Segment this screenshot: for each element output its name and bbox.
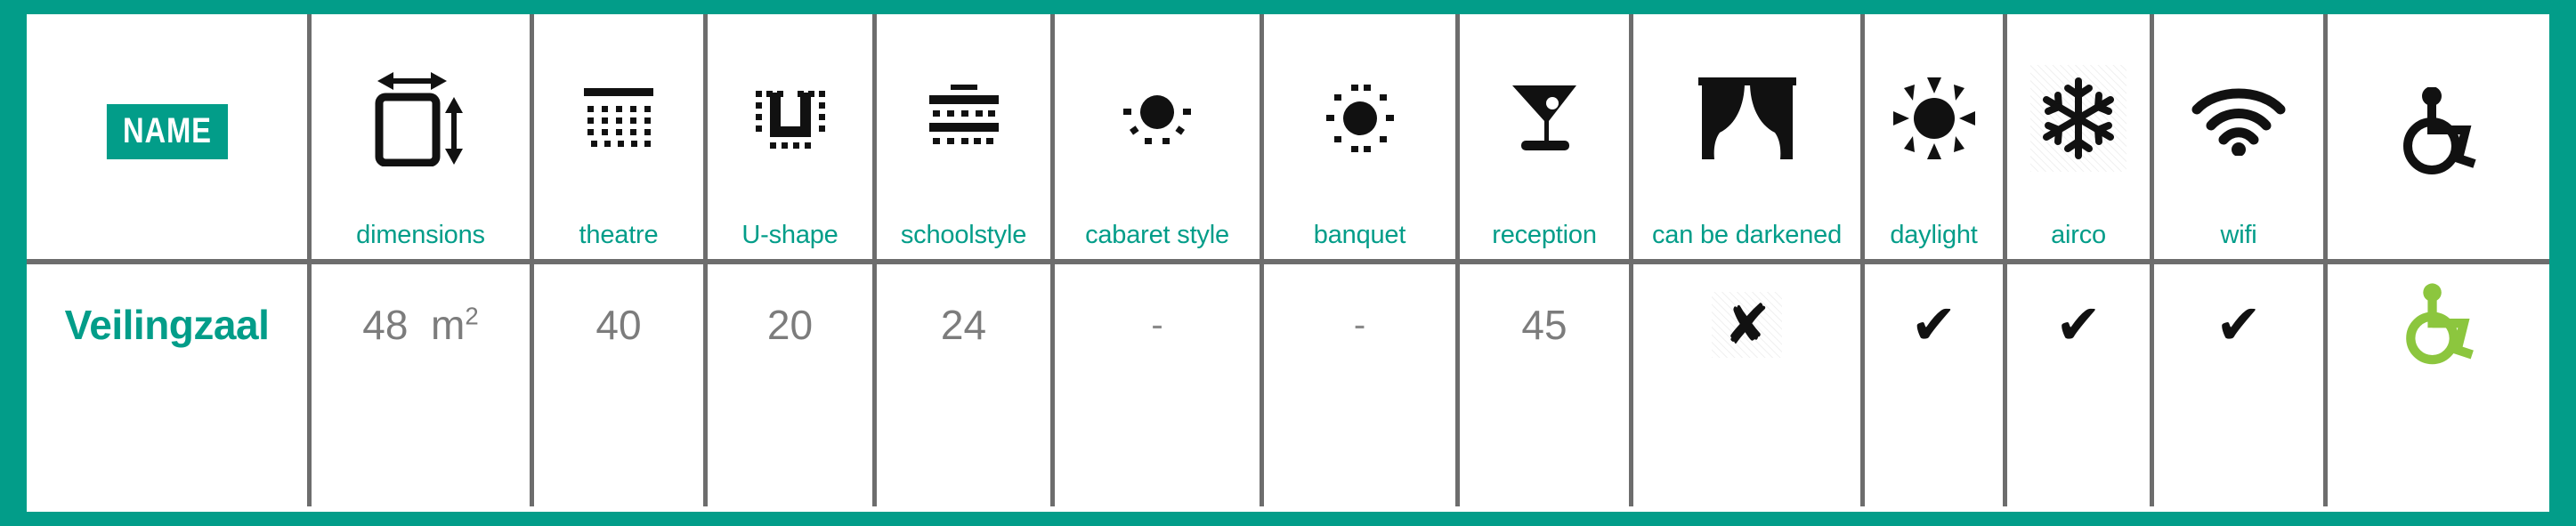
banquet-icon — [1264, 14, 1455, 223]
facilities-table: NAME dimensions theatre U-shape schoolst… — [27, 14, 2549, 512]
cell-airco: ✔ — [2007, 264, 2154, 506]
header-label-theatre: theatre — [579, 221, 659, 249]
cell-daylight: ✔ — [1865, 264, 2007, 506]
header-label-dimensions: dimensions — [356, 221, 485, 249]
cell-schoolstyle: 24 — [877, 264, 1055, 506]
check-icon-airco: ✔ — [2055, 292, 2102, 357]
reception-capacity: 45 — [1521, 302, 1567, 348]
header-cell-name: NAME — [27, 14, 312, 259]
cell-ushape: 20 — [708, 264, 877, 506]
cell-banquet: - — [1264, 264, 1460, 506]
check-icon-wifi: ✔ — [2216, 292, 2262, 357]
table-header-row: NAME dimensions theatre U-shape schoolst… — [27, 14, 2549, 259]
cell-name: Veilingzaal — [27, 264, 312, 506]
header-cell-airco: airco — [2007, 14, 2154, 259]
u-shape-icon — [708, 14, 872, 223]
curtain-icon — [1633, 14, 1860, 223]
cell-theatre: 40 — [534, 264, 708, 506]
header-cell-daylight: daylight — [1865, 14, 2007, 259]
cell-darkened: ✘ — [1633, 264, 1865, 506]
header-cell-cabaret: cabaret style — [1055, 14, 1264, 259]
cell-accessibility — [2328, 264, 2549, 506]
header-label-daylight: daylight — [1890, 221, 1978, 249]
header-label-cabaret: cabaret style — [1085, 221, 1229, 249]
ushape-capacity: 20 — [766, 302, 814, 348]
wheelchair-icon-green — [2402, 283, 2475, 367]
header-label-reception: reception — [1492, 221, 1597, 249]
wifi-icon — [2154, 14, 2323, 223]
reception-icon — [1460, 14, 1629, 223]
cell-wifi: ✔ — [2154, 264, 2328, 506]
header-label-darkened: can be darkened — [1651, 221, 1843, 249]
room-name: Veilingzaal — [64, 302, 270, 348]
header-cell-ushape: U-shape — [708, 14, 877, 259]
page-frame: NAME dimensions theatre U-shape schoolst… — [0, 0, 2576, 526]
header-cell-theatre: theatre — [534, 14, 708, 259]
schoolstyle-icon — [877, 14, 1050, 223]
snowflake-icon — [2007, 14, 2150, 223]
cabaret-icon — [1055, 14, 1260, 223]
header-cell-dimensions: dimensions — [312, 14, 534, 259]
check-icon-daylight: ✔ — [1910, 292, 1957, 357]
header-cell-banquet: banquet — [1264, 14, 1460, 259]
dimensions-icon — [312, 14, 530, 223]
cell-cabaret: - — [1055, 264, 1264, 506]
theatre-capacity: 40 — [595, 302, 642, 348]
header-cell-reception: reception — [1460, 14, 1633, 259]
header-cell-wifi: wifi — [2154, 14, 2328, 259]
banquet-capacity: - — [1353, 305, 1366, 344]
cell-reception: 45 — [1460, 264, 1633, 506]
header-label-banquet: banquet — [1313, 221, 1406, 249]
header-label-ushape: U-shape — [741, 221, 838, 249]
sun-icon — [1865, 14, 2003, 223]
theatre-icon — [534, 14, 703, 223]
name-badge: NAME — [106, 103, 228, 159]
header-cell-darkened: can be darkened — [1633, 14, 1865, 259]
header-cell-accessibility — [2328, 14, 2549, 259]
table-row[interactable]: Veilingzaal 48 m2 40 20 24 - - 45 ✘ ✔ ✔ … — [27, 259, 2549, 506]
name-badge-wrap: NAME — [27, 14, 307, 248]
cell-dimensions: 48 m2 — [312, 264, 534, 506]
header-label-wifi: wifi — [2220, 221, 2257, 249]
header-cell-schoolstyle: schoolstyle — [877, 14, 1055, 259]
darkened-status: ✘ — [1711, 292, 1783, 358]
header-label-airco: airco — [2051, 221, 2106, 249]
cross-icon: ✘ — [1723, 292, 1770, 357]
cabaret-capacity: - — [1151, 305, 1163, 344]
wheelchair-icon — [2328, 14, 2549, 248]
schoolstyle-capacity: 24 — [940, 302, 987, 348]
header-label-schoolstyle: schoolstyle — [900, 221, 1027, 249]
dimensions-value: 48 m2 — [362, 302, 479, 348]
